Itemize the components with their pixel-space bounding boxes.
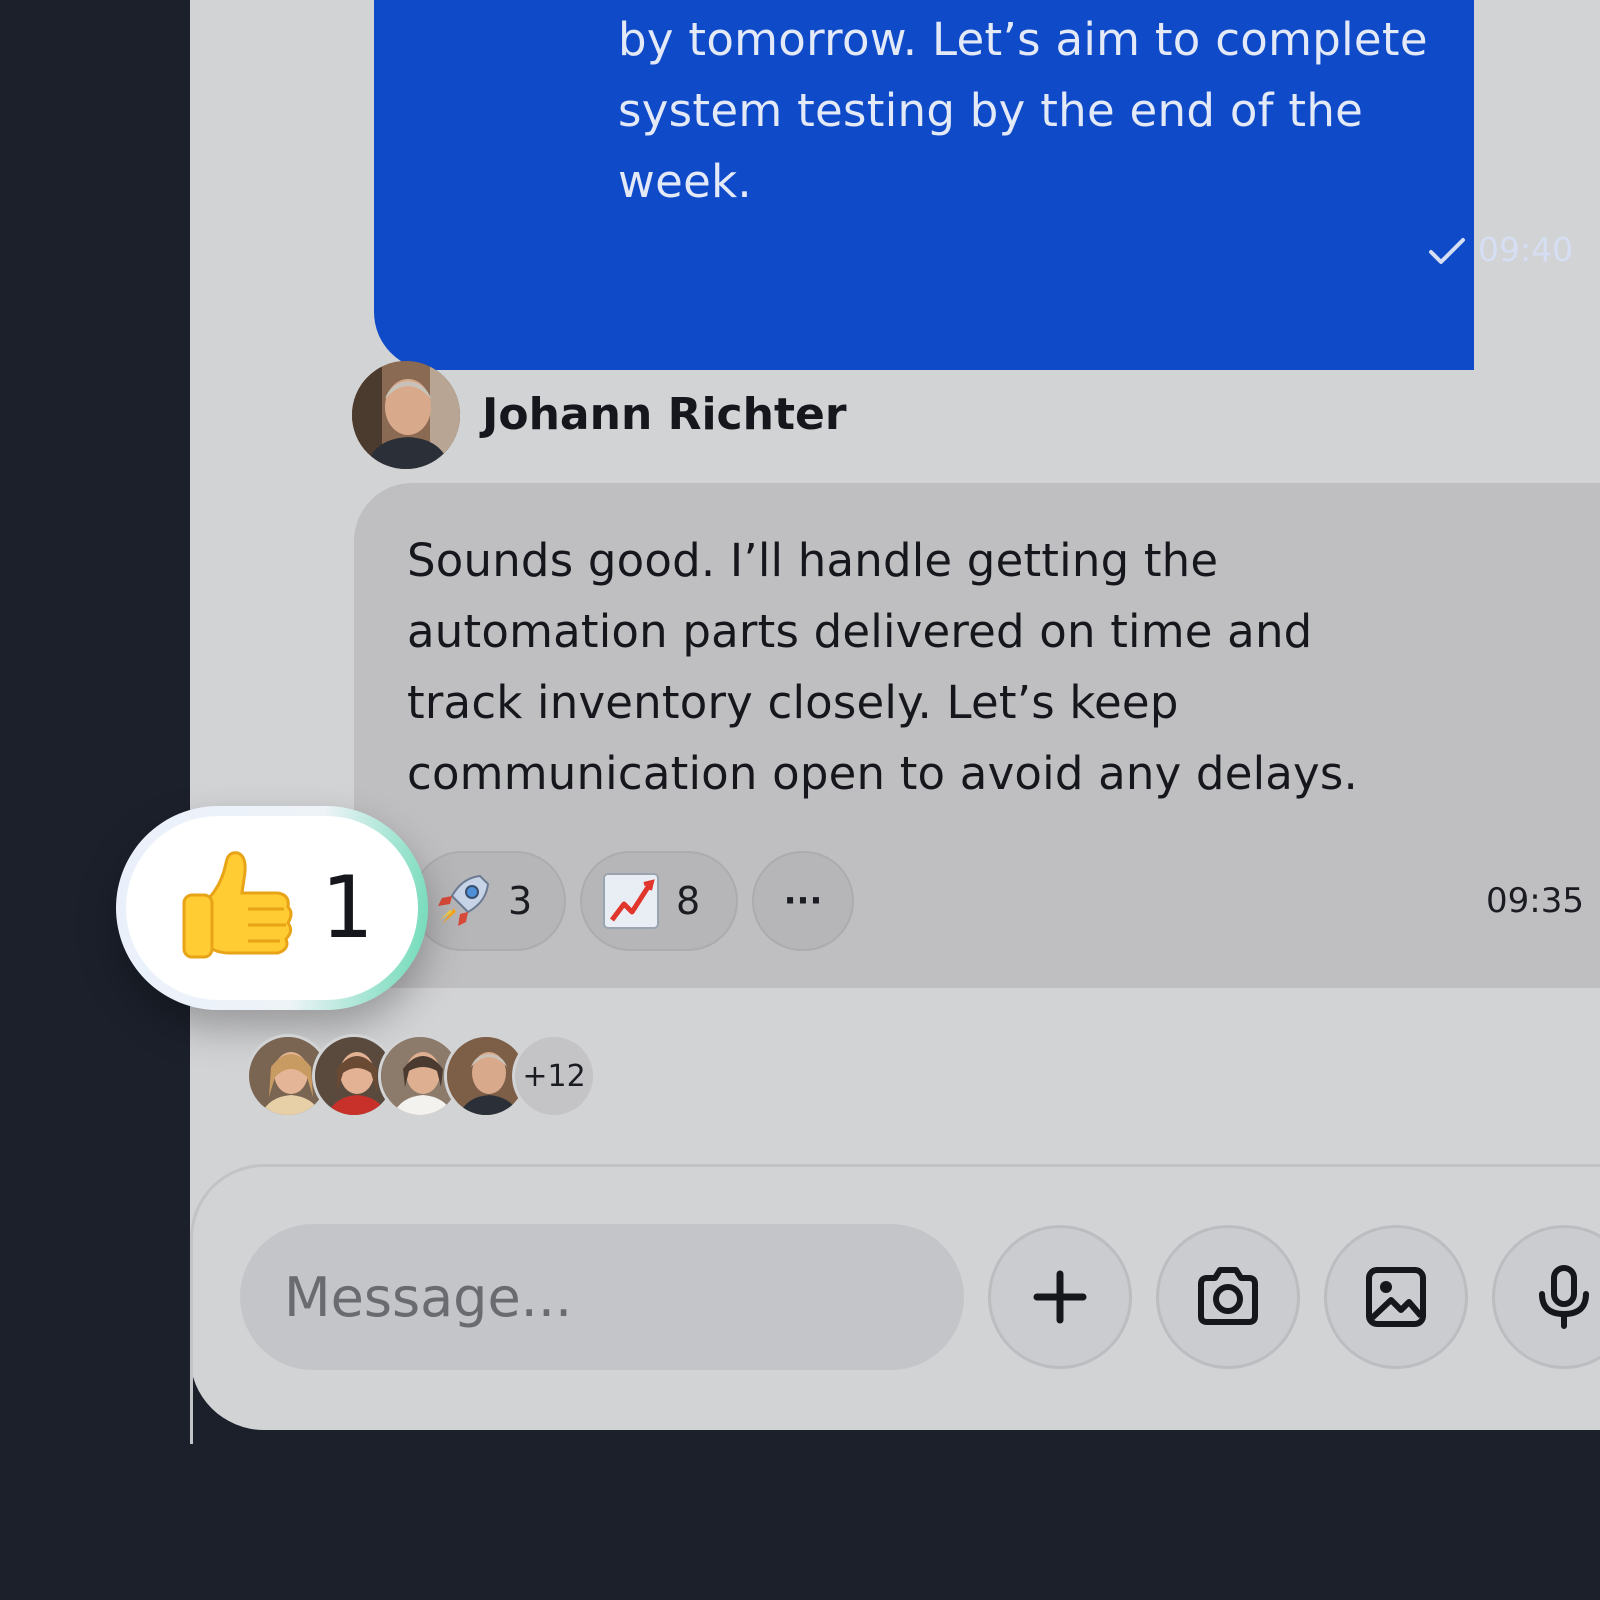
more-reactions-button[interactable]: ··· <box>752 851 854 951</box>
check-icon <box>1428 235 1466 265</box>
microphone-icon <box>1539 1265 1589 1329</box>
more-reactions-label: ··· <box>783 881 823 921</box>
camera-button[interactable] <box>1156 1225 1300 1369</box>
chart-increasing-icon <box>600 870 662 932</box>
add-button[interactable] <box>988 1225 1132 1369</box>
incoming-message-text: Sounds good. I’ll handle getting the aut… <box>407 534 1359 800</box>
reaction-chart[interactable]: 8 <box>580 851 738 951</box>
message-input[interactable] <box>240 1224 964 1370</box>
reaction-count: 8 <box>676 879 701 923</box>
outgoing-message-text: by tomorrow. Let’s aim to complete syste… <box>618 13 1428 208</box>
outgoing-message-meta: 09:40 <box>1428 230 1573 269</box>
incoming-message-time: 09:35 <box>1486 881 1584 921</box>
avatar[interactable] <box>352 361 460 469</box>
reaction-rocket[interactable]: 3 <box>412 851 566 951</box>
thumbs-up-icon <box>170 843 300 973</box>
more-reactors-badge: +12 <box>512 1034 596 1118</box>
image-icon <box>1366 1267 1426 1327</box>
reaction-thumbs-up[interactable]: 1 <box>116 806 428 1010</box>
reaction-count: 1 <box>320 858 372 958</box>
reaction-count: 3 <box>508 879 533 923</box>
plus-icon <box>1033 1270 1087 1324</box>
camera-icon <box>1198 1267 1258 1325</box>
gallery-button[interactable] <box>1324 1225 1468 1369</box>
sender-name[interactable]: Johann Richter <box>482 389 847 440</box>
reaction-thumbs-up-inner: 1 <box>126 816 418 1000</box>
outgoing-message-time: 09:40 <box>1478 230 1574 269</box>
rocket-icon <box>432 870 494 932</box>
